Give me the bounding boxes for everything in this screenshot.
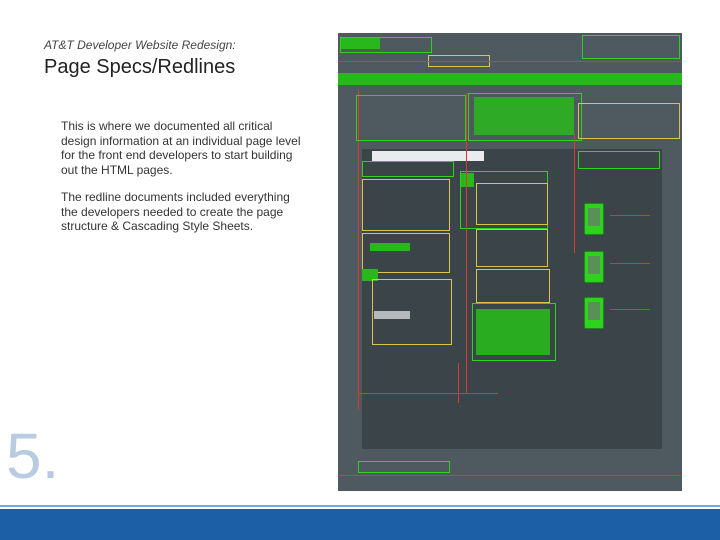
slide-subtitle: AT&T Developer Website Redesign: bbox=[44, 38, 236, 52]
slide-number: 5. bbox=[6, 420, 60, 492]
slide-title: Page Specs/Redlines bbox=[44, 56, 236, 78]
footer-stripe bbox=[0, 505, 720, 507]
paragraph-2: The redline documents included everythin… bbox=[61, 190, 290, 234]
paragraph-1: This is where we documented all critical… bbox=[61, 119, 301, 177]
redline-screenshot-image bbox=[338, 33, 682, 491]
footer-bar bbox=[0, 509, 720, 540]
